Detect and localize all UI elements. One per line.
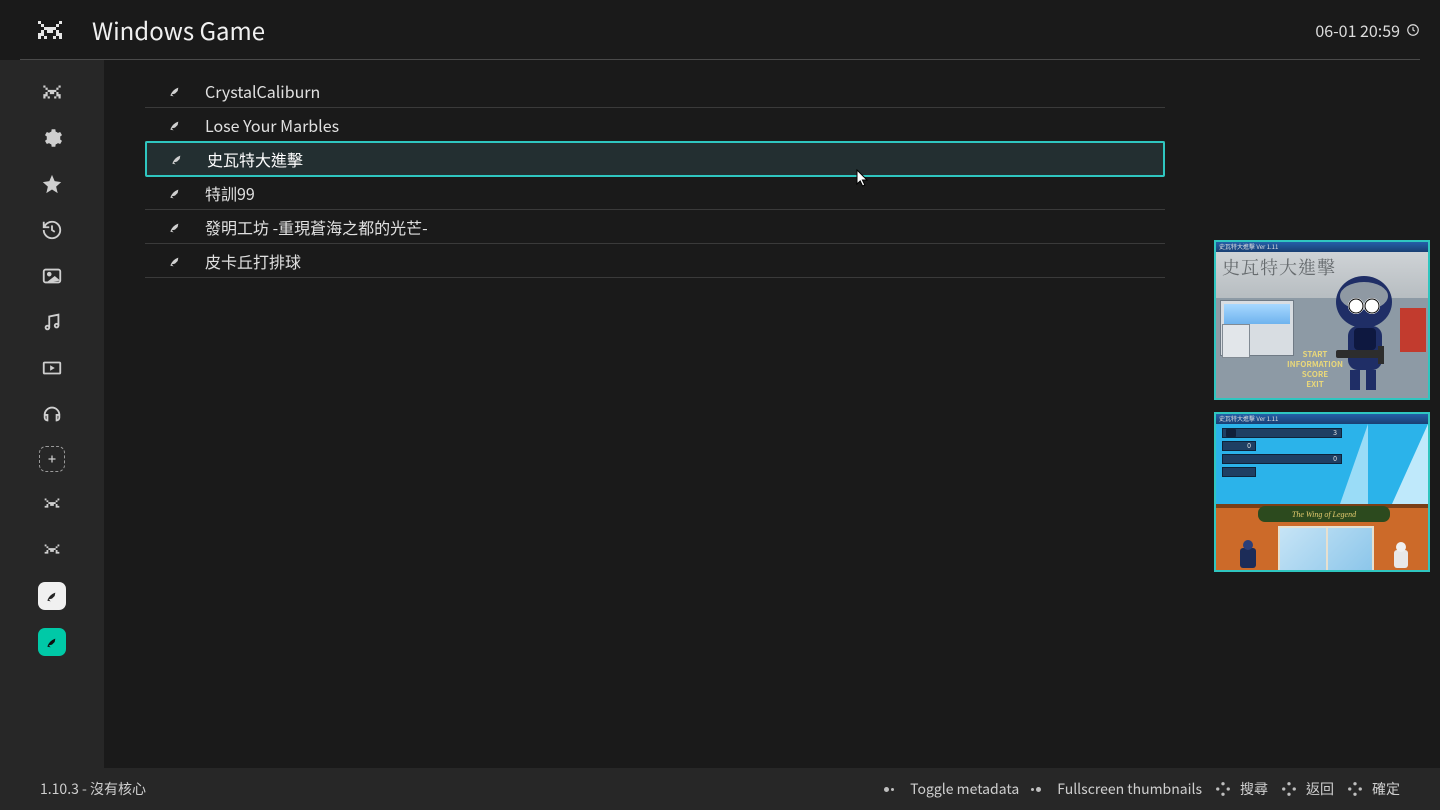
preview-character (1320, 272, 1404, 392)
clock-icon (1406, 23, 1420, 37)
hint-label: Fullscreen thumbnails (1057, 779, 1202, 799)
sidebar-item-video[interactable] (38, 354, 66, 382)
sidebar-item-favorites[interactable] (38, 170, 66, 198)
game-label: CrystalCaliburn (205, 79, 320, 103)
preview-hud: 3 0 0 (1222, 428, 1342, 480)
game-row[interactable]: 皮卡丘打排球 (145, 244, 1165, 278)
rocket-icon (167, 219, 183, 235)
sidebar-item-settings[interactable] (38, 124, 66, 152)
rocket-icon (167, 83, 183, 99)
sidebar-item-images[interactable] (38, 262, 66, 290)
hint-label: Toggle metadata (910, 779, 1019, 799)
hint-back[interactable]: 返回 (1280, 779, 1334, 799)
sidebar-item-launcher-active[interactable] (38, 628, 66, 656)
dpad-icon (1346, 780, 1364, 798)
button-hint-icon (884, 785, 902, 793)
rocket-icon (167, 185, 183, 201)
hint-fullscreen-thumbs[interactable]: Fullscreen thumbnails (1031, 779, 1202, 799)
game-label: 皮卡丘打排球 (205, 249, 301, 273)
sidebar-item-launcher-white[interactable] (38, 582, 66, 610)
game-row[interactable]: 發明工坊 -重現蒼海之都的光芒- (145, 210, 1165, 244)
hint-label: 返回 (1306, 779, 1334, 799)
sidebar (0, 60, 104, 768)
sidebar-item-invader[interactable] (38, 78, 66, 106)
sidebar-item-music[interactable] (38, 308, 66, 336)
hint-label: 搜尋 (1240, 779, 1268, 799)
preview-panel: 史瓦特大進擊 Ver 1.11 史瓦特大進擊 START INFORMATION… (1214, 240, 1430, 572)
game-row[interactable]: 特訓99 (145, 176, 1165, 210)
clock-text: 06-01 20:59 (1315, 18, 1400, 42)
hint-toggle-metadata[interactable]: Toggle metadata (884, 779, 1019, 799)
game-row[interactable]: CrystalCaliburn (145, 74, 1165, 108)
sidebar-item-history[interactable] (38, 216, 66, 244)
version-text: 1.10.3 - 沒有核心 (40, 779, 146, 799)
logo-invader-icon (32, 12, 68, 48)
dpad-icon (1214, 780, 1232, 798)
button-hint-icon (1031, 785, 1049, 793)
game-row-selected[interactable]: 史瓦特大進擊 (145, 141, 1165, 177)
sidebar-item-system-a[interactable] (38, 490, 66, 518)
game-label: 特訓99 (205, 181, 255, 205)
preview-thumbnail-screenshot[interactable]: 史瓦特大進擊 Ver 1.11 3 0 0 The Wing of Legend (1214, 412, 1430, 572)
rocket-icon (167, 117, 183, 133)
sidebar-item-system-b[interactable] (38, 536, 66, 564)
page-title: Windows Game (92, 12, 265, 47)
dpad-icon (1280, 780, 1298, 798)
preview-thumbnail-title[interactable]: 史瓦特大進擊 Ver 1.11 史瓦特大進擊 START INFORMATION… (1214, 240, 1430, 400)
preview-window-titlebar: 史瓦特大進擊 Ver 1.11 (1216, 414, 1428, 424)
game-label: 史瓦特大進擊 (207, 147, 303, 171)
rocket-icon (167, 253, 183, 269)
sidebar-item-netplay[interactable] (38, 400, 66, 428)
sidebar-item-add[interactable] (39, 446, 65, 472)
game-row[interactable]: Lose Your Marbles (145, 108, 1165, 142)
hint-confirm[interactable]: 確定 (1346, 779, 1400, 799)
preview-window-titlebar: 史瓦特大進擊 Ver 1.11 (1216, 242, 1428, 252)
game-label: Lose Your Marbles (205, 113, 339, 137)
clock: 06-01 20:59 (1315, 18, 1420, 42)
header: Windows Game 06-01 20:59 (20, 0, 1420, 60)
game-label: 發明工坊 -重現蒼海之都的光芒- (205, 215, 428, 239)
hint-search[interactable]: 搜尋 (1214, 779, 1268, 799)
preview-title-overlay: 史瓦特大進擊 (1222, 254, 1336, 280)
preview-shop-sign: The Wing of Legend (1258, 506, 1390, 522)
game-list: CrystalCaliburn Lose Your Marbles 史瓦特大進擊… (145, 74, 1165, 278)
rocket-icon (169, 151, 185, 167)
footer: 1.10.3 - 沒有核心 Toggle metadata Fullscreen… (0, 768, 1440, 810)
hint-label: 確定 (1372, 779, 1400, 799)
